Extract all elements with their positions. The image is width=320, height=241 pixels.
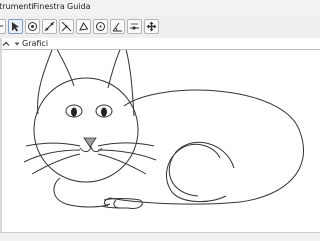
point-tool-icon (28, 22, 37, 31)
move-view-tool-button[interactable] (144, 19, 159, 34)
point-tool-button[interactable] (25, 19, 40, 34)
polygon-tool-button[interactable] (76, 19, 91, 34)
panel-title: Grafici (22, 39, 49, 48)
cat-toe-2 (113, 199, 121, 209)
cat-left-pupil (71, 107, 77, 117)
cat-left-ear (37, 42, 75, 115)
panel-collapse-icon[interactable] (2, 40, 10, 48)
graphics-panel-header: Grafici (0, 38, 320, 50)
partial-tool-button[interactable] (0, 19, 6, 34)
toolbar (0, 16, 320, 39)
perpendicular-line-tool-icon (61, 21, 72, 32)
cat-right-ear (107, 40, 135, 117)
cat-body (109, 89, 305, 205)
move-arrow-tool-icon (12, 22, 19, 32)
line-tool-icon (44, 21, 55, 32)
graphics-canvas[interactable] (0, 40, 320, 232)
partial-tool-icon (0, 25, 3, 27)
cat-whisker-right-1 (97, 142, 155, 147)
cat-whisker-left-1 (25, 142, 81, 147)
cat-left-paw (53, 177, 111, 208)
cat-right-pupil (101, 107, 107, 117)
circle-tool-icon (96, 22, 105, 31)
cat-whisker-right-2 (97, 149, 157, 161)
cat-mouth (79, 145, 103, 153)
perpendicular-tool-button[interactable] (59, 19, 74, 34)
slider-tool-button[interactable] (127, 19, 142, 34)
circle-tool-button[interactable] (93, 19, 108, 34)
menu-strumenti[interactable]: Strumenti (0, 2, 34, 12)
angle-tool-icon (112, 22, 122, 32)
menu-bar: Strumenti Finestra Guida (0, 0, 320, 16)
panel-menu-icon[interactable] (14, 41, 20, 47)
menu-guida[interactable]: Guida (67, 2, 90, 12)
move-tool-button[interactable] (8, 19, 23, 34)
slider-tool-icon (130, 23, 139, 30)
polygon-tool-icon (79, 22, 89, 31)
cat-nose (83, 137, 97, 148)
menu-finestra[interactable]: Finestra (33, 2, 65, 12)
move-view-tool-icon (146, 21, 157, 32)
line-tool-button[interactable] (42, 19, 57, 34)
angle-tool-button[interactable] (110, 19, 125, 34)
cat-head (33, 77, 139, 183)
cat-drawing (23, 40, 305, 209)
cat-whisker-left-3 (31, 153, 81, 175)
cat-whisker-right-3 (97, 153, 147, 175)
